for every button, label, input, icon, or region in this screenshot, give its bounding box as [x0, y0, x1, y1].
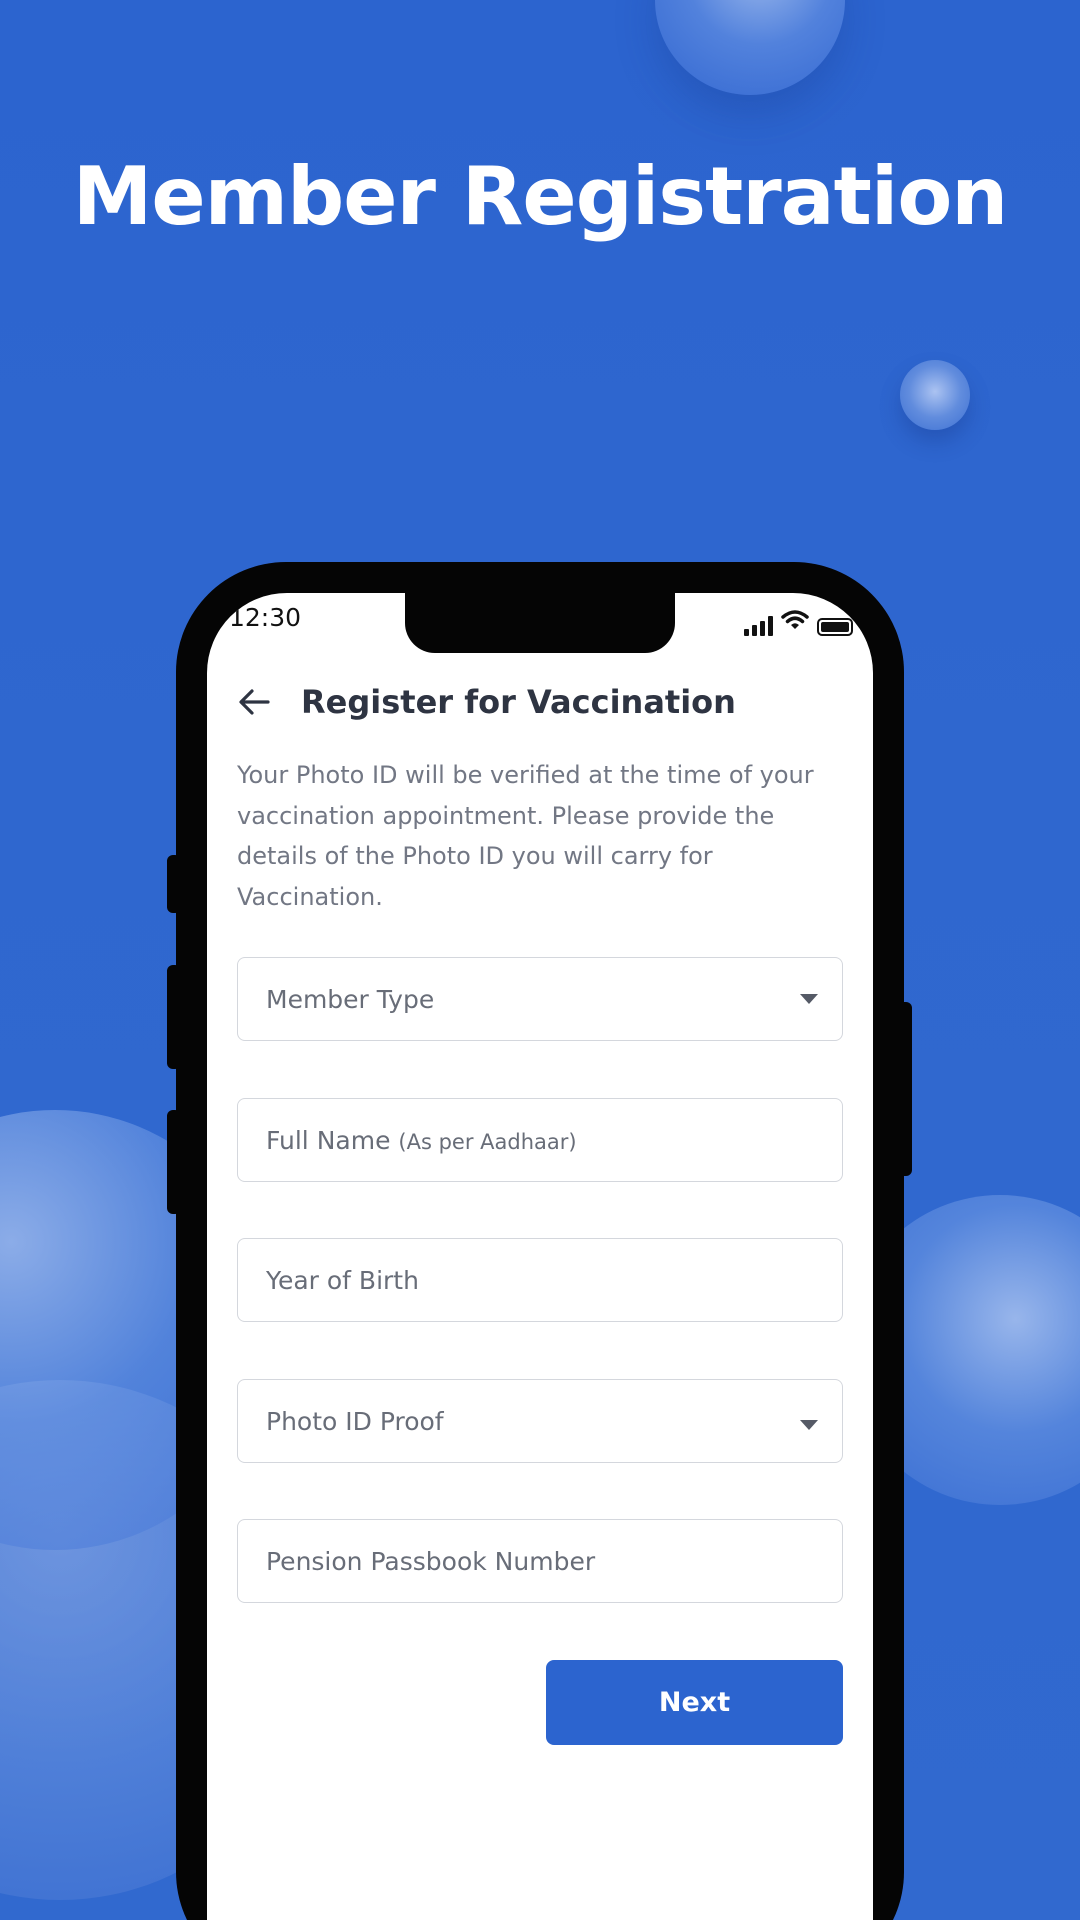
headline: Member Registration — [72, 150, 1008, 243]
year-of-birth-input[interactable] — [266, 1265, 818, 1295]
pension-passbook-input[interactable] — [266, 1546, 818, 1576]
status-icons — [744, 609, 853, 636]
decorative-bubble — [900, 360, 970, 430]
battery-icon — [817, 618, 853, 636]
phone-screen: 12:30 Register for Vaccination Your Phot… — [207, 593, 873, 1920]
member-type-select[interactable]: Member Type — [237, 957, 843, 1041]
next-button[interactable]: Next — [546, 1660, 843, 1745]
full-name-placeholder: Full Name (As per Aadhaar) — [266, 1126, 818, 1155]
chevron-down-icon — [800, 1420, 818, 1430]
full-name-hint: (As per Aadhaar) — [398, 1129, 577, 1154]
photo-id-proof-select[interactable]: Photo ID Proof — [237, 1379, 843, 1463]
decorative-bubble — [655, 0, 845, 95]
status-time: 12:30 — [229, 603, 302, 632]
year-of-birth-field[interactable] — [237, 1238, 843, 1322]
photo-id-proof-label: Photo ID Proof — [266, 1406, 444, 1436]
pension-passbook-field[interactable] — [237, 1519, 843, 1603]
signal-icon — [744, 616, 773, 636]
page-title: Register for Vaccination — [301, 683, 736, 721]
wifi-icon — [781, 609, 809, 636]
member-type-label: Member Type — [266, 984, 435, 1014]
arrow-left-icon[interactable] — [237, 685, 271, 719]
app-header: Register for Vaccination — [237, 683, 736, 721]
phone-notch — [405, 593, 675, 653]
chevron-down-icon — [800, 994, 818, 1004]
description-text: Your Photo ID will be verified at the ti… — [237, 761, 814, 911]
full-name-label: Full Name — [266, 1125, 391, 1155]
full-name-field[interactable]: Full Name (As per Aadhaar) — [237, 1098, 843, 1182]
